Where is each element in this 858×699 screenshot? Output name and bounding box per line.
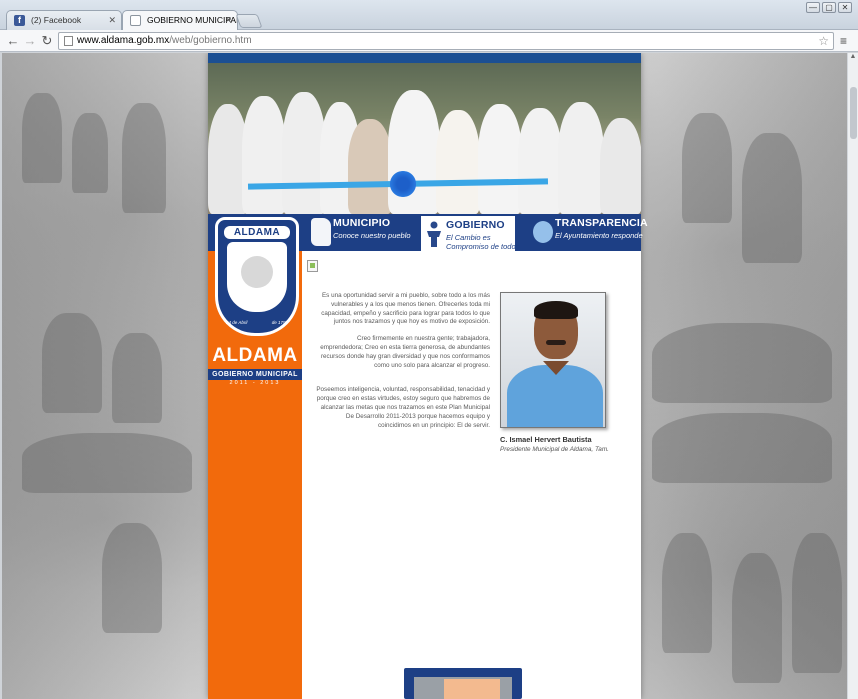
banner-photo bbox=[208, 53, 641, 214]
sidebar: ALDAMA 24 de Abril de 1790 ALDAMA GOBIER… bbox=[208, 217, 302, 699]
paragraph: Creo firmemente en nuestra gente; trabaj… bbox=[320, 335, 490, 369]
megaphone-icon bbox=[533, 221, 553, 243]
reload-icon[interactable]: ↻ bbox=[39, 33, 55, 49]
background-photo bbox=[682, 113, 732, 223]
vertical-scrollbar[interactable]: ▲ bbox=[847, 53, 858, 699]
paragraph: Poseemos inteligencia, voluntad, respons… bbox=[316, 386, 490, 429]
nav-title: GOBIERNO bbox=[446, 219, 505, 231]
map-icon bbox=[311, 218, 331, 246]
menu-icon[interactable]: ≡ bbox=[840, 34, 847, 48]
shield-title: ALDAMA bbox=[224, 226, 290, 239]
nav-gobierno[interactable]: GOBIERNO El Cambio es Compromiso de todos bbox=[421, 214, 519, 251]
nav-municipio[interactable]: MUNICIPIO Conoce nuestro pueblo bbox=[308, 214, 418, 251]
close-tab-icon[interactable]: ✕ bbox=[108, 11, 116, 30]
person-figure bbox=[436, 110, 480, 214]
nav-title: MUNICIPIO bbox=[333, 217, 391, 229]
background-photo bbox=[112, 333, 162, 423]
background-photo bbox=[742, 133, 802, 263]
new-tab-button[interactable] bbox=[235, 14, 263, 28]
ribbon-bow bbox=[386, 171, 420, 197]
url-host: www.aldama.gob.mx bbox=[77, 35, 170, 46]
url-path: /web/gobierno.htm bbox=[169, 35, 252, 46]
forward-arrow-icon[interactable]: → bbox=[22, 33, 38, 49]
shield-field bbox=[227, 242, 287, 312]
close-tab-icon[interactable]: ✕ bbox=[224, 11, 232, 30]
brand-name: ALDAMA bbox=[212, 345, 298, 366]
eagle-emblem-icon bbox=[241, 256, 273, 288]
page-viewport: MUNICIPIO Conoce nuestro pueblo GOBIERNO… bbox=[2, 53, 847, 699]
background-photo bbox=[42, 313, 102, 413]
plan-document-image[interactable] bbox=[404, 668, 522, 699]
paragraph: Es una oportunidad servir a mi pueblo, s… bbox=[321, 292, 490, 326]
message-text: Es una oportunidad servir a mi pueblo, s… bbox=[314, 292, 490, 446]
bookmark-star-icon[interactable]: ☆ bbox=[818, 33, 829, 49]
tab-gobierno[interactable]: GOBIERNO MUNICIPAL D ✕ bbox=[122, 10, 238, 30]
background-photo bbox=[792, 533, 842, 673]
portrait-hair bbox=[534, 301, 578, 319]
municipal-shield-logo[interactable]: ALDAMA 24 de Abril de 1790 bbox=[215, 217, 299, 336]
minimize-button[interactable]: — bbox=[806, 2, 820, 13]
person-figure bbox=[518, 108, 562, 214]
window-controls: — ▢ ✕ bbox=[806, 2, 852, 13]
background-photo bbox=[72, 113, 108, 193]
shield-date-right: de 1790 bbox=[271, 320, 288, 325]
page-icon bbox=[130, 15, 141, 26]
browser-toolbar: ← → ↻ www.aldama.gob.mx/web/gobierno.htm… bbox=[0, 30, 858, 52]
background-photo bbox=[652, 413, 832, 483]
nav-subtitle: El Cambio es Compromiso de todos bbox=[446, 233, 519, 251]
person-figure bbox=[600, 118, 641, 214]
back-arrow-icon[interactable]: ← bbox=[5, 33, 21, 49]
tab-strip: f (2) Facebook ✕ GOBIERNO MUNICIPAL D ✕ … bbox=[0, 0, 858, 30]
official-portrait bbox=[500, 292, 606, 428]
nav-title: TRANSPARENCIA bbox=[555, 217, 648, 229]
background-photo bbox=[662, 533, 712, 653]
address-bar[interactable]: www.aldama.gob.mx/web/gobierno.htm ☆ bbox=[58, 32, 834, 50]
close-window-button[interactable]: ✕ bbox=[838, 2, 852, 13]
background-photo bbox=[22, 433, 192, 493]
background-photo bbox=[22, 93, 62, 183]
maximize-button[interactable]: ▢ bbox=[822, 2, 836, 13]
person-figure bbox=[558, 102, 604, 214]
person-figure bbox=[348, 119, 392, 214]
background-photo bbox=[102, 523, 162, 633]
brand-years: 2011 - 2013 bbox=[229, 380, 281, 386]
site-container: MUNICIPIO Conoce nuestro pueblo GOBIERNO… bbox=[208, 53, 648, 699]
nav-subtitle-line: El Cambio es bbox=[446, 233, 491, 242]
background-photo bbox=[122, 103, 166, 213]
tab-facebook[interactable]: f (2) Facebook ✕ bbox=[6, 10, 122, 30]
official-name: C. Ismael Hervert Bautista bbox=[500, 435, 592, 444]
background-photo bbox=[652, 323, 832, 403]
shield-date-left: 24 de Abril bbox=[226, 320, 248, 325]
background-photo bbox=[732, 553, 782, 683]
facebook-icon: f bbox=[14, 15, 25, 26]
nav-subtitle-line: Compromiso de todos bbox=[446, 242, 520, 251]
portrait-shirt bbox=[507, 365, 603, 427]
broken-image-icon bbox=[307, 260, 318, 272]
book-cover-detail bbox=[444, 679, 500, 699]
brand-subtitle: GOBIERNO MUNICIPAL bbox=[208, 369, 302, 380]
person-figure bbox=[242, 96, 286, 214]
nav-subtitle: El Ayuntamiento responde bbox=[555, 231, 643, 240]
page-icon bbox=[64, 36, 73, 46]
person-figure bbox=[478, 104, 522, 214]
scroll-up-arrow-icon[interactable]: ▲ bbox=[848, 53, 858, 63]
nav-transparencia[interactable]: TRANSPARENCIA El Ayuntamiento responde bbox=[530, 214, 648, 251]
portrait-mustache bbox=[546, 340, 566, 345]
people-icon bbox=[424, 220, 444, 248]
scroll-thumb[interactable] bbox=[850, 87, 857, 139]
official-role: Presidente Municipal de Aldama, Tam. bbox=[500, 446, 609, 453]
tab-label: (2) Facebook bbox=[31, 15, 82, 25]
nav-subtitle: Conoce nuestro pueblo bbox=[333, 231, 411, 240]
